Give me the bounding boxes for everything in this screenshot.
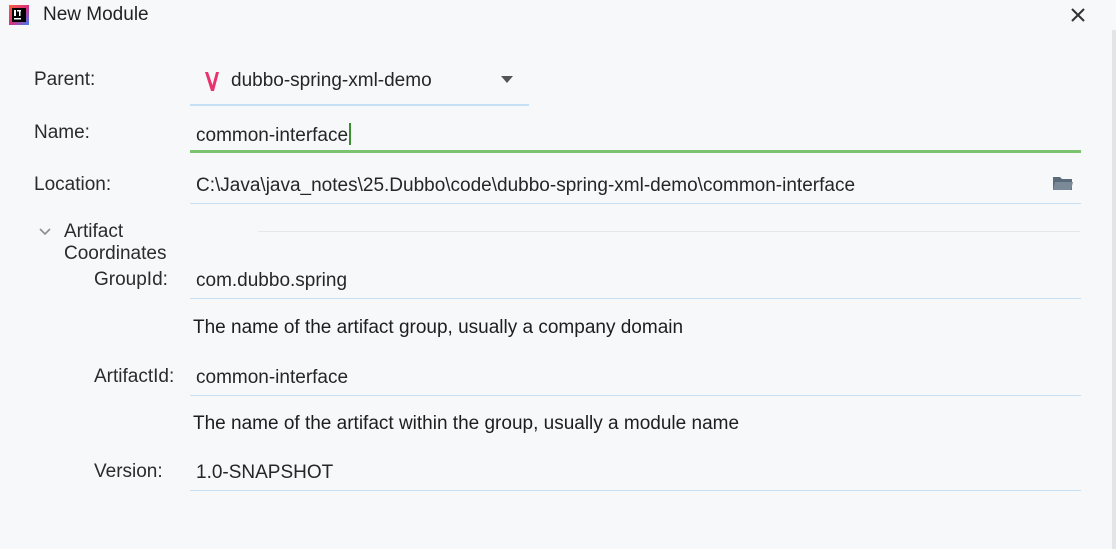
- location-value: C:\Java\java_notes\25.Dubbo\code\dubbo-s…: [196, 175, 856, 196]
- version-label: Version:: [94, 461, 163, 482]
- parent-value: dubbo-spring-xml-demo: [231, 70, 432, 91]
- intellij-idea-icon: [9, 5, 29, 25]
- name-label: Name:: [34, 122, 90, 143]
- groupid-label: GroupId:: [94, 269, 168, 290]
- artifactid-hint: The name of the artifact within the grou…: [193, 413, 740, 434]
- groupid-input[interactable]: com.dubbo.spring: [190, 264, 1081, 299]
- parent-dropdown[interactable]: dubbo-spring-xml-demo: [190, 64, 529, 106]
- artifactid-value: common-interface: [196, 367, 349, 388]
- version-input[interactable]: 1.0-SNAPSHOT: [190, 456, 1081, 491]
- groupid-value: com.dubbo.spring: [196, 270, 348, 291]
- artifactid-label: ArtifactId:: [94, 366, 175, 387]
- text-caret: [349, 123, 352, 145]
- title-bar: New Module: [0, 0, 1116, 30]
- parent-label: Parent:: [34, 69, 96, 90]
- artifactid-input[interactable]: common-interface: [190, 361, 1081, 396]
- groupid-hint: The name of the artifact group, usually …: [193, 317, 684, 338]
- chevron-down-icon[interactable]: [501, 76, 513, 83]
- location-input[interactable]: C:\Java\java_notes\25.Dubbo\code\dubbo-s…: [190, 169, 1081, 204]
- section-divider: [258, 231, 1080, 232]
- version-value: 1.0-SNAPSHOT: [196, 462, 334, 483]
- folder-icon[interactable]: [1052, 174, 1074, 192]
- name-input[interactable]: common-interface: [190, 117, 1081, 153]
- name-value: common-interface: [196, 125, 349, 146]
- window-edge: [1112, 30, 1116, 549]
- maven-project-icon: [205, 72, 219, 91]
- close-icon[interactable]: [1066, 4, 1090, 26]
- window-title: New Module: [43, 4, 149, 25]
- chevron-down-icon: [39, 228, 51, 236]
- artifact-coordinates-title: Artifact Coordinates: [64, 221, 167, 264]
- location-label: Location:: [34, 174, 112, 195]
